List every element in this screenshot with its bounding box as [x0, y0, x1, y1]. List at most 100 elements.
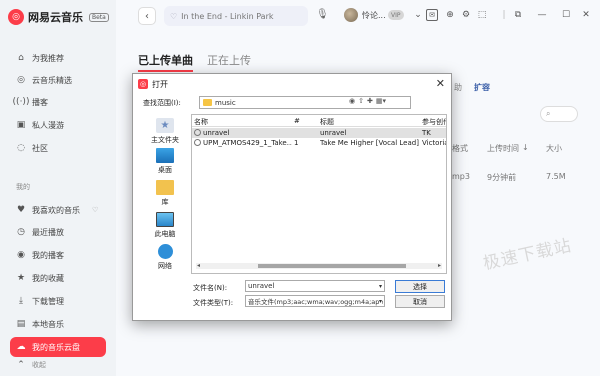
table-row[interactable]: unravel unravel TK	[192, 128, 446, 138]
cancel-button[interactable]: 取消	[395, 295, 445, 308]
library-folder-icon	[156, 180, 174, 195]
view-menu-icon[interactable]: ▦▾	[376, 97, 386, 105]
heartbeat-mode-icon[interactable]: ♡	[92, 206, 98, 214]
up-folder-icon[interactable]: ⇧	[358, 97, 364, 105]
vip-badge[interactable]: VIP	[388, 10, 404, 20]
scrollbar-thumb[interactable]	[258, 264, 406, 268]
chevron-down-icon[interactable]: ▾	[378, 297, 382, 305]
sidebar-item-label: 私人漫游	[32, 120, 64, 130]
cell-size: 7.5M	[546, 172, 566, 181]
sort-arrow-icon[interactable]: ↓	[522, 143, 529, 152]
expand-link[interactable]: 扩容	[474, 82, 490, 93]
file-type-select[interactable]: 音乐文件(mp3;aac;wma;wav;ogg;m4a;ape;f ▾	[245, 295, 385, 307]
avatar[interactable]	[344, 8, 358, 22]
file-list[interactable]: 名称 ^ # 标题 参与创作 unravel unravel TK UPM_AT…	[191, 114, 447, 274]
home-icon: ⌂	[18, 53, 24, 63]
radio-icon: ((·))	[12, 97, 30, 107]
sidebar-item-featured[interactable]: ◎ 云音乐精选	[10, 70, 106, 90]
file-name-cell: unravel	[194, 129, 290, 137]
app-name: 网易云音乐	[28, 11, 83, 24]
sidebar-item-label: 播客	[32, 97, 48, 107]
file-name-field[interactable]: unravel ▾	[245, 280, 385, 292]
place-desktop[interactable]: 桌面	[139, 148, 191, 175]
dialog-title: 打开	[152, 79, 168, 89]
place-label: 网络	[158, 262, 172, 270]
sidebar-item-recent[interactable]: ◷ 最近播放	[10, 222, 106, 242]
dialog-close-icon[interactable]: ✕	[436, 77, 445, 90]
chevron-down-icon[interactable]: ⌄	[412, 9, 424, 21]
place-this-pc[interactable]: 此电脑	[139, 212, 191, 239]
collapse-arrow-icon: ⌃	[17, 360, 25, 370]
sidebar-item-label: 社区	[32, 143, 48, 153]
table-row[interactable]: UPM_ATMOS429_1_Take... 1 Take Me Higher …	[192, 138, 446, 148]
sidebar-item-community[interactable]: ◌ 社区	[10, 138, 106, 158]
maximize-icon[interactable]: ☐	[560, 9, 572, 21]
settings-icon[interactable]: ⚙	[460, 9, 472, 21]
column-title[interactable]: 标题	[320, 117, 334, 127]
roaming-icon: ▣	[16, 120, 26, 130]
sidebar-collapse-label: 收起	[32, 361, 46, 369]
tab-uploaded[interactable]: 已上传单曲	[138, 52, 193, 72]
sidebar-collapse[interactable]: ⌃ 收起	[10, 358, 106, 372]
sidebar-item-label: 我喜欢的音乐	[32, 205, 80, 215]
new-folder-icon[interactable]: ✚	[367, 97, 373, 105]
column-name[interactable]: 名称	[194, 117, 208, 127]
column-size: 大小	[546, 144, 562, 153]
microphone-icon[interactable]: 🎙	[316, 9, 329, 20]
tab-uploading[interactable]: 正在上传	[207, 52, 251, 72]
scroll-right-icon[interactable]: ▸	[438, 262, 441, 269]
community-icon: ◌	[17, 143, 25, 153]
back-button[interactable]: ‹	[138, 7, 156, 25]
desktop-icon	[156, 148, 174, 163]
scroll-left-icon[interactable]: ◂	[197, 262, 200, 269]
mini-mode-icon[interactable]: ⧉	[512, 9, 524, 21]
mail-icon[interactable]: ✉	[426, 9, 438, 21]
sidebar: ◎ 网易云音乐 Beta ⌂ 为我推荐 ◎ 云音乐精选 ((·)) 播客 ▣ 私…	[0, 0, 116, 376]
sidebar-item-podcast[interactable]: ((·)) 播客	[10, 92, 106, 112]
sidebar-item-local-music[interactable]: ▤ 本地音乐	[10, 314, 106, 334]
minimize-icon[interactable]: —	[536, 9, 548, 21]
cloud-search[interactable]: ⌕	[540, 106, 578, 122]
chevron-down-icon[interactable]: ▾	[379, 283, 382, 290]
look-in-value: music	[215, 98, 236, 107]
computer-icon	[156, 212, 174, 227]
download-icon: ⤓	[19, 296, 23, 306]
sidebar-item-favorites[interactable]: ★ 我的收藏	[10, 268, 106, 288]
chevron-left-icon: ‹	[145, 10, 149, 22]
place-label: 库	[161, 198, 169, 206]
file-name-value: unravel	[248, 282, 275, 290]
sidebar-item-label: 最近播放	[32, 227, 64, 237]
close-icon[interactable]: ✕	[580, 9, 592, 21]
skin-icon[interactable]: ⬚	[476, 9, 488, 21]
sidebar-item-cloud-disk[interactable]: ☁ 我的音乐云盘	[10, 337, 106, 357]
horizontal-scrollbar[interactable]: ◂ ▸	[196, 262, 442, 269]
audio-file-icon	[194, 129, 201, 136]
search-icon: ⌕	[546, 109, 551, 118]
back-arrow-icon[interactable]: ◉	[349, 97, 355, 105]
column-artist[interactable]: 参与创作	[422, 117, 446, 127]
cell-format: mp3	[452, 172, 470, 181]
sidebar-item-downloads[interactable]: ⤓ 下载管理	[10, 291, 106, 311]
sidebar-item-roaming[interactable]: ▣ 私人漫游	[10, 115, 106, 135]
open-file-dialog: ◎ 打开 ✕ 查找范围(I): music ◉ ⇧ ✚ ▦▾ ★ 主文件夹 桌面…	[132, 73, 452, 321]
place-network[interactable]: 网络	[139, 244, 191, 271]
star-icon: ★	[16, 273, 26, 283]
column-track[interactable]: #	[294, 117, 300, 125]
folder-icon	[203, 99, 212, 106]
file-type-value: 音乐文件(mp3;aac;wma;wav;ogg;m4a;ape;f	[248, 298, 385, 306]
sidebar-item-recommend[interactable]: ⌂ 为我推荐	[10, 48, 106, 68]
select-button[interactable]: 选择	[395, 280, 445, 293]
place-home[interactable]: ★ 主文件夹	[139, 118, 191, 145]
theme-palette-icon[interactable]: ⊕	[444, 9, 456, 21]
dialog-titlebar[interactable]: ◎ 打开	[133, 74, 451, 94]
user-name[interactable]: 怜论...	[362, 10, 386, 21]
brand[interactable]: ◎ 网易云音乐 Beta	[8, 8, 109, 26]
places-bar: ★ 主文件夹 桌面 库 此电脑 网络	[139, 114, 191, 274]
search-box[interactable]: ♡	[164, 6, 308, 26]
audio-file-icon	[194, 139, 201, 146]
sidebar-item-liked[interactable]: ♥ 我喜欢的音乐 ♡	[10, 200, 106, 220]
column-upload-time[interactable]: 上传时间	[487, 143, 519, 154]
place-library[interactable]: 库	[139, 180, 191, 207]
search-input[interactable]	[181, 11, 302, 21]
sidebar-item-my-podcast[interactable]: ◉ 我的播客	[10, 245, 106, 265]
